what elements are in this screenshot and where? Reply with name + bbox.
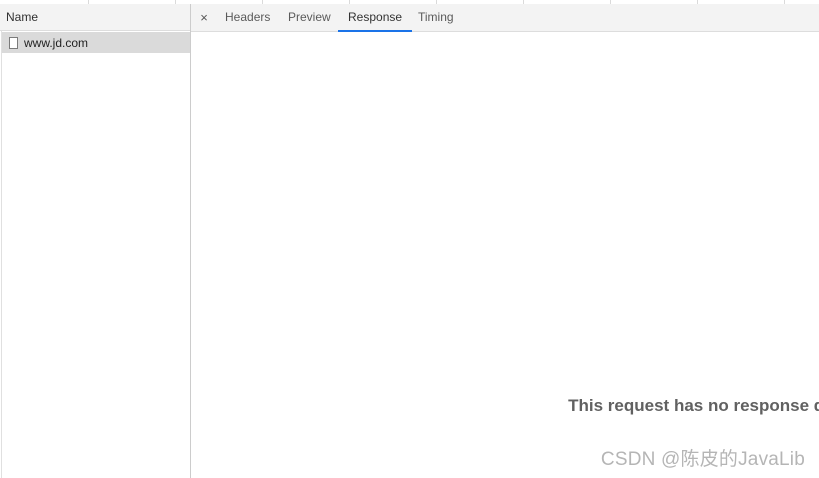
watermark: CSDN @陈皮的JavaLib: [600, 449, 805, 470]
devtools-network-panel: Name www.jd.com × Headers Preview Respon…: [0, 0, 819, 478]
document-icon: [9, 36, 18, 49]
detail-tabbar: × Headers Preview Response Timing: [191, 4, 819, 32]
empty-response-message: This request has no response data availa…: [568, 396, 819, 415]
close-icon[interactable]: ×: [196, 4, 212, 31]
request-name: www.jd.com: [24, 35, 89, 50]
tab-response[interactable]: Response: [338, 4, 413, 32]
request-row[interactable]: www.jd.com: [2, 32, 190, 53]
request-list: Name www.jd.com: [0, 4, 191, 478]
tab-headers[interactable]: Headers: [215, 4, 280, 31]
request-detail-pane: × Headers Preview Response Timing This r…: [191, 4, 819, 478]
name-column-header[interactable]: Name: [0, 4, 190, 31]
tab-preview[interactable]: Preview: [278, 4, 341, 31]
tab-timing[interactable]: Timing: [408, 4, 464, 31]
